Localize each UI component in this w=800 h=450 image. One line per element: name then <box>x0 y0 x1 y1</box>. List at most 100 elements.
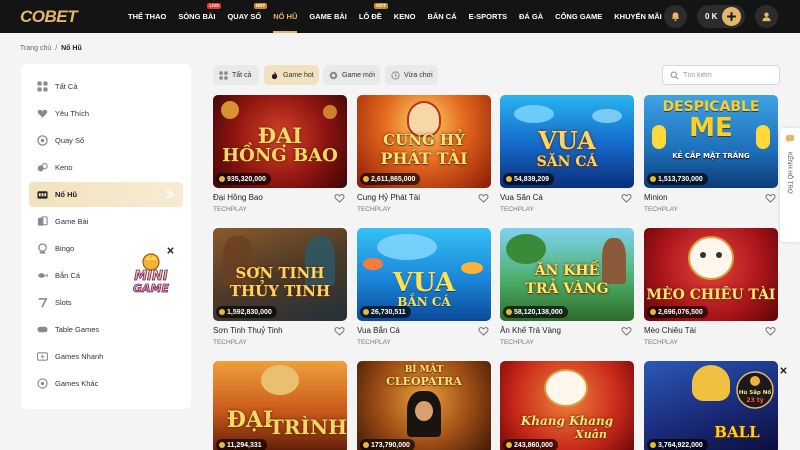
cobet-logo[interactable]: COBET <box>20 7 78 27</box>
minigame-close-icon[interactable] <box>166 246 175 255</box>
account-button[interactable] <box>755 5 778 28</box>
coin-icon <box>506 309 512 315</box>
thumbnail-title: PHÁT TÀI <box>380 149 468 168</box>
game-thumbnail[interactable]: MÈO CHIÊU TÀI 2,696,076,500 <box>644 228 778 321</box>
sidebar-item-tat-ca[interactable]: Tất Cả <box>29 74 183 99</box>
game-name[interactable]: Vua Săn Cá <box>500 193 543 202</box>
game-name[interactable]: Mèo Chiêu Tài <box>644 326 696 335</box>
slot-machine-icon <box>37 191 48 199</box>
nav-label: KENO <box>393 12 416 21</box>
chat-icon <box>786 135 794 143</box>
game-thumbnail[interactable]: VUA BẮN CÁ 26,730,511 <box>357 228 491 321</box>
game-name[interactable]: Ăn Khế Trả Vàng <box>500 326 561 335</box>
tab-game-hot[interactable]: Game hot <box>264 65 319 85</box>
coin-icon <box>363 309 369 315</box>
nav-item-khuyen-mai[interactable]: KHUYẾN MÃI <box>608 0 668 33</box>
search-box[interactable] <box>662 65 780 85</box>
nav-label: GAME BÀI <box>309 12 347 21</box>
nav-item-da-ga[interactable]: ĐÁ GÀ <box>513 0 549 33</box>
balance-amount: 0 K <box>705 12 718 21</box>
game-thumbnail[interactable]: SƠN TINH THỦY TINH 1,592,830,000 <box>213 228 347 321</box>
sidebar-item-yeu-thich[interactable]: Yêu Thích <box>29 101 183 126</box>
jackpot-float-close-icon[interactable] <box>779 366 788 375</box>
minigame-float-button[interactable]: MINI GAME <box>124 252 178 298</box>
sidebar-item-label: Games Nhanh <box>55 352 104 361</box>
breadcrumb-current: Nổ Hũ <box>61 45 82 52</box>
game-name[interactable]: Minion <box>644 193 668 202</box>
deposit-button[interactable] <box>722 7 741 26</box>
nav-item-the-thao[interactable]: THỂ THAO <box>122 0 172 33</box>
notification-button[interactable] <box>664 5 687 28</box>
breadcrumb-separator: / <box>55 45 58 52</box>
favorite-heart-icon[interactable] <box>621 193 632 203</box>
thumbnail-title: THỦY TINH <box>229 282 331 300</box>
sidebar-item-quay-so[interactable]: Quay Số <box>29 128 183 153</box>
nav-item-quay-so[interactable]: QUAY SỐ HOT <box>221 0 268 33</box>
nav-item-e-sports[interactable]: E-SPORTS <box>463 0 513 33</box>
tab-vua-choi[interactable]: Vừa chơi <box>385 65 438 85</box>
jackpot-value: 54,839,209 <box>514 175 550 183</box>
sidebar-item-label: Game Bài <box>55 217 89 226</box>
favorite-heart-icon[interactable] <box>765 326 776 336</box>
search-input[interactable] <box>683 68 775 82</box>
sidebar-item-keno[interactable]: Keno <box>29 155 183 180</box>
favorite-heart-icon[interactable] <box>765 193 776 203</box>
sidebar-item-games-nhanh[interactable]: Games Nhanh <box>29 344 183 369</box>
nav-label: NỔ HŨ <box>273 12 298 21</box>
jackpot-value: 2,611,865,000 <box>371 175 416 183</box>
favorite-heart-icon[interactable] <box>478 326 489 336</box>
sidebar-item-label: Slots <box>55 298 72 307</box>
jackpot-float-title: Hũ Sắp Nổ <box>739 389 772 396</box>
nav-label: THỂ THAO <box>128 12 167 21</box>
game-name[interactable]: Vua Bắn Cá <box>357 326 400 335</box>
nav-item-game-bai[interactable]: GAME BÀI <box>303 0 353 33</box>
coin-icon <box>650 176 656 182</box>
thumbnail-title: SƠN TINH <box>235 264 325 282</box>
nav-item-cong-game[interactable]: CỔNG GAME <box>549 0 608 33</box>
game-thumbnail[interactable]: ĂN KHẾ TRẢ VÀNG 58,120,138,000 <box>500 228 634 321</box>
favorite-heart-icon[interactable] <box>334 193 345 203</box>
sidebar-item-label: Nổ Hũ <box>55 190 78 199</box>
sidebar-item-label: Keno <box>55 163 73 172</box>
nav-label: SÒNG BÀI <box>178 12 216 21</box>
nav-item-lo-de[interactable]: LÔ ĐỀ HOT <box>353 0 388 33</box>
sidebar-item-game-bai[interactable]: Game Bài <box>29 209 183 234</box>
sidebar-item-games-khac[interactable]: Games Khác <box>29 371 183 396</box>
live-badge: LIVE <box>207 3 222 9</box>
sidebar-item-label: Yêu Thích <box>55 109 90 118</box>
game-thumbnail[interactable]: ĐẠI HỒNG BAO 935,320,000 <box>213 95 347 188</box>
tab-label: Game hot <box>283 71 314 79</box>
game-thumbnail[interactable]: CUNG HỶ PHÁT TÀI 2,611,865,000 <box>357 95 491 188</box>
search-icon <box>670 71 679 80</box>
jackpot-badge: 58,120,138,000 <box>503 306 568 318</box>
tab-tat-ca[interactable]: Tất cả <box>213 65 259 85</box>
coin-icon <box>506 442 512 448</box>
nav-label: KHUYẾN MÃI <box>614 12 662 21</box>
user-icon <box>762 12 771 22</box>
jackpot-float-button[interactable]: Hũ Sắp Nổ 23 tỷ <box>735 370 775 410</box>
nav-item-song-bai[interactable]: SÒNG BÀI LIVE <box>172 0 222 33</box>
sidebar-item-label: Quay Số <box>55 136 85 145</box>
game-name[interactable]: Đại Hồng Bao <box>213 193 263 202</box>
grid-icon <box>219 70 228 80</box>
sidebar-item-no-hu[interactable]: Nổ Hũ <box>29 182 183 207</box>
game-thumbnail[interactable]: ĐẠI TRÌNH 11,294,331 <box>213 361 347 450</box>
thumbnail-title: DESPICABLE <box>662 99 760 115</box>
support-channel-tab[interactable]: KÊNH HỖ TRỢ <box>780 128 800 242</box>
tab-game-moi[interactable]: Game mới <box>323 65 380 85</box>
balance-display[interactable]: 0 K <box>697 5 745 28</box>
game-thumbnail[interactable]: VUA SĂN CÁ 54,839,209 <box>500 95 634 188</box>
nav-item-no-hu[interactable]: NỔ HŨ <box>267 0 303 33</box>
favorite-heart-icon[interactable] <box>478 193 489 203</box>
favorite-heart-icon[interactable] <box>621 326 632 336</box>
game-thumbnail[interactable]: DESPICABLE ME KẺ CẮP MẶT TRĂNG 1,513,730… <box>644 95 778 188</box>
nav-item-ban-ca[interactable]: BẮN CÁ <box>421 0 462 33</box>
game-thumbnail[interactable]: BÍ MẬT CLEOPATRA 173,790,000 <box>357 361 491 450</box>
sidebar-item-table-games[interactable]: Table Games <box>29 317 183 342</box>
favorite-heart-icon[interactable] <box>334 326 345 336</box>
breadcrumb-home[interactable]: Trang chủ <box>20 45 51 52</box>
game-thumbnail[interactable]: Khang Khang Xuân 243,860,000 <box>500 361 634 450</box>
nav-item-keno[interactable]: KENO <box>388 0 422 33</box>
game-name[interactable]: Cung Hỷ Phát Tài <box>357 193 420 202</box>
game-name[interactable]: Sơn Tinh Thuỷ Tinh <box>213 326 283 335</box>
